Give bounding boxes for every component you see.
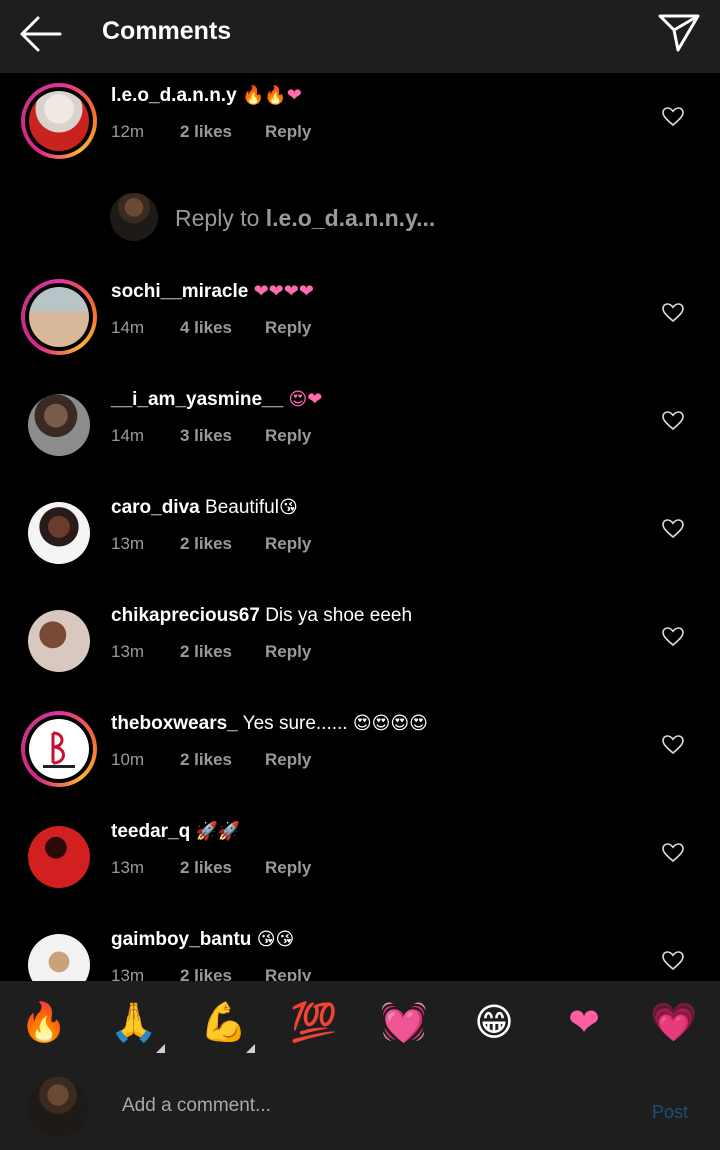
back-arrow-icon[interactable] <box>18 14 64 54</box>
avatar[interactable] <box>21 819 97 895</box>
like-heart-icon[interactable] <box>662 411 684 431</box>
comment-time: 14m <box>111 426 145 445</box>
reply-button[interactable]: Reply <box>265 318 311 337</box>
emoji-reaction-bar: 🔥 🙏 💪 💯 💓 😁 ❤ 💗 <box>0 981 720 1066</box>
avatar[interactable] <box>21 279 97 355</box>
comment-username[interactable]: l.e.o_d.a.n.n.y <box>111 85 237 106</box>
reply-prompt-prefix: Reply to <box>175 205 266 231</box>
share-send-icon[interactable] <box>656 10 702 54</box>
beating-heart-emoji-button[interactable]: 💓 <box>376 1001 432 1045</box>
comment-item: sochi__miracle ❤❤❤❤ 14m 4 likes Reply <box>0 269 720 377</box>
comment-time: 13m <box>111 858 145 877</box>
comment-text: Yes sure...... <box>242 713 348 734</box>
like-heart-icon[interactable] <box>662 843 684 863</box>
like-heart-icon[interactable] <box>662 107 684 127</box>
sparkle-heart-emoji-button[interactable]: 💗 <box>646 1001 702 1045</box>
comment-item: l.e.o_d.a.n.n.y 🔥🔥❤ 12m 2 likes Reply <box>0 73 720 181</box>
reply-button[interactable]: Reply <box>265 642 311 661</box>
comment-username[interactable]: sochi__miracle <box>111 281 248 302</box>
like-heart-icon[interactable] <box>662 735 684 755</box>
comment-item: teedar_q 🚀🚀 13m 2 likes Reply <box>0 809 720 917</box>
like-heart-icon[interactable] <box>662 951 684 971</box>
like-heart-icon[interactable] <box>662 303 684 323</box>
comment-input[interactable]: Add a comment... <box>122 1095 271 1117</box>
comment-emojis: 🚀🚀 <box>195 821 241 841</box>
comment-username[interactable]: __i_am_yasmine__ <box>111 389 283 410</box>
skin-tone-indicator-icon <box>156 1044 165 1053</box>
comment-emojis: 😘 <box>278 497 298 517</box>
comment-likes[interactable]: 2 likes <box>180 858 265 878</box>
comment-likes[interactable]: 2 likes <box>180 642 265 662</box>
reply-button[interactable]: Reply <box>265 122 311 141</box>
like-heart-icon[interactable] <box>662 519 684 539</box>
fire-emoji-button[interactable]: 🔥 <box>16 1001 72 1045</box>
avatar[interactable] <box>21 387 97 463</box>
comment-item: theboxwears_ Yes sure...... 😍😍😍😍 10m 2 li… <box>0 701 720 809</box>
comments-list[interactable]: l.e.o_d.a.n.n.y 🔥🔥❤ 12m 2 likes Reply Repl… <box>0 73 720 981</box>
comment-item: caro_diva Beautiful😘 13m 2 likes Reply <box>0 485 720 593</box>
post-button[interactable]: Post <box>652 1102 688 1123</box>
comment-time: 14m <box>111 318 145 337</box>
comment-item: chikaprecious67 Dis ya shoe eeeh 13m 2 li… <box>0 593 720 701</box>
comment-likes[interactable]: 4 likes <box>180 318 265 338</box>
comment-emojis: 😍😍😍😍 <box>352 713 428 733</box>
reply-button[interactable]: Reply <box>265 966 311 981</box>
comment-text: Beautiful <box>205 497 279 518</box>
comment-time: 13m <box>111 642 145 661</box>
page-title: Comments <box>102 17 232 45</box>
reply-prompt-target: l.e.o_d.a.n.n.y... <box>265 205 436 231</box>
comment-emojis: 😍❤ <box>288 389 323 409</box>
comment-likes[interactable]: 2 likes <box>180 122 265 142</box>
skin-tone-indicator-icon <box>246 1044 255 1053</box>
comment-time: 12m <box>111 122 145 141</box>
pray-emoji-button[interactable]: 🙏 <box>106 1001 162 1045</box>
grin-emoji-button[interactable]: 😁 <box>466 1001 522 1045</box>
comment-likes[interactable]: 2 likes <box>180 966 265 981</box>
reply-button[interactable]: Reply <box>265 534 311 553</box>
avatar <box>110 193 158 241</box>
comment-emojis: 😘😘 <box>256 929 295 949</box>
reply-button[interactable]: Reply <box>265 858 311 877</box>
comment-time: 13m <box>111 966 145 981</box>
avatar[interactable] <box>21 83 97 159</box>
top-bar: Comments <box>0 0 720 73</box>
reply-button[interactable]: Reply <box>265 750 311 769</box>
reply-prompt[interactable]: Reply to l.e.o_d.a.n.n.y... <box>0 181 720 269</box>
comment-time: 10m <box>111 750 145 769</box>
comment-item: __i_am_yasmine__ 😍❤ 14m 3 likes Reply <box>0 377 720 485</box>
comment-emojis: ❤❤❤❤ <box>253 281 314 301</box>
comment-username[interactable]: teedar_q <box>111 821 190 842</box>
avatar[interactable] <box>21 711 97 787</box>
avatar[interactable] <box>21 927 97 981</box>
comment-username[interactable]: theboxwears_ <box>111 713 238 734</box>
comment-likes[interactable]: 2 likes <box>180 534 265 554</box>
comment-emojis: 🔥🔥❤ <box>241 85 302 105</box>
hundred-emoji-button[interactable]: 💯 <box>286 1001 342 1045</box>
avatar[interactable] <box>21 603 97 679</box>
brand-logo-icon <box>43 731 75 768</box>
comment-username[interactable]: caro_diva <box>111 497 200 518</box>
comment-username[interactable]: chikaprecious67 <box>111 605 260 626</box>
comment-likes[interactable]: 2 likes <box>180 750 265 770</box>
avatar[interactable] <box>21 495 97 571</box>
heart-emoji-button[interactable]: ❤ <box>556 1001 612 1045</box>
comment-likes[interactable]: 3 likes <box>180 426 265 446</box>
avatar <box>28 1077 88 1137</box>
reply-button[interactable]: Reply <box>265 426 311 445</box>
comment-time: 13m <box>111 534 145 553</box>
comment-username[interactable]: gaimboy_bantu <box>111 929 251 950</box>
like-heart-icon[interactable] <box>662 627 684 647</box>
comment-item: gaimboy_bantu 😘😘 13m 2 likes Reply <box>0 917 720 981</box>
comment-compose-bar: Add a comment... Post <box>0 1066 720 1150</box>
comment-text: Dis ya shoe eeeh <box>265 605 413 626</box>
muscle-emoji-button[interactable]: 💪 <box>196 1001 252 1045</box>
